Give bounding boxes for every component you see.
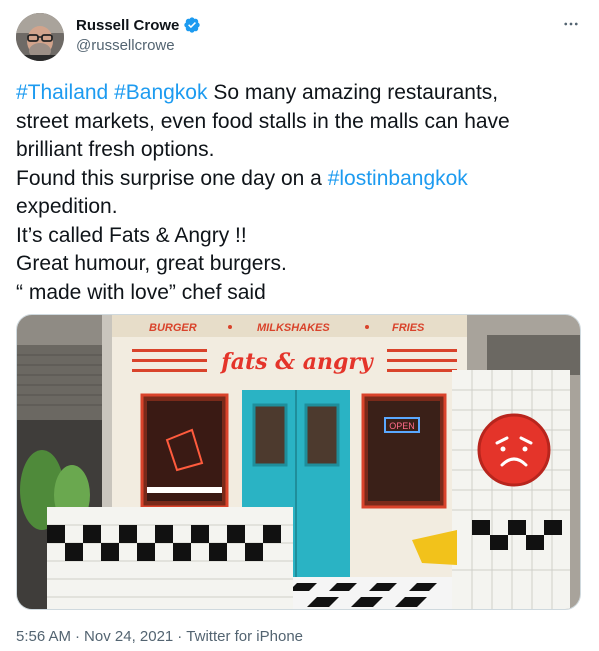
tweet-text-line: expedition.	[16, 193, 586, 222]
tweet-text-line: Found this surprise one day on a #lostin…	[16, 165, 586, 194]
hashtag-link[interactable]: #Thailand	[16, 81, 108, 104]
tweet-text-segment: So many amazing restaurants,	[207, 81, 499, 104]
sign-burger: BURGER	[149, 322, 197, 334]
tweet-text-segment: Found this surprise one day on a	[16, 166, 328, 190]
tweet-text-segment: brilliant fresh options.	[16, 138, 215, 161]
open-sign: OPEN	[389, 421, 415, 431]
name-row: Russell Crowe	[76, 16, 201, 34]
meta-separator: ·	[75, 628, 81, 645]
tweet-text-line: #Thailand #Bangkok So many amazing resta…	[16, 79, 586, 108]
tweet-text-segment: street markets, even food stalls in the …	[16, 109, 510, 133]
tweet-text-segment: expedition.	[16, 195, 118, 218]
neon-sign: fats & angry	[219, 349, 375, 375]
restaurant-photo: BURGER MILKSHAKES FRIES fats & angry OPE…	[17, 315, 580, 609]
meta-separator: ·	[177, 628, 183, 645]
tweet-text-line: brilliant fresh options.	[16, 136, 586, 165]
tweet-card: Russell Crowe @russellcrowe #Thailand #B…	[0, 0, 599, 651]
tweet-text-line: Great humour, great burgers.	[16, 250, 586, 279]
more-options-icon[interactable]	[561, 14, 581, 34]
user-handle[interactable]: @russellcrowe	[76, 37, 175, 54]
tweet-source: Twitter for iPhone	[186, 628, 303, 645]
verified-badge-icon	[184, 17, 201, 33]
tweet-text-line: It’s called Fats & Angry !!	[16, 222, 586, 251]
avatar[interactable]	[16, 13, 64, 61]
tweet-text-segment: Great humour, great burgers.	[16, 252, 287, 275]
tweet-text: #Thailand #Bangkok So many amazing resta…	[16, 79, 586, 307]
sign-milkshakes: MILKSHAKES	[257, 322, 330, 334]
tweet-time[interactable]: 5:56 AM	[16, 628, 71, 645]
display-name[interactable]: Russell Crowe	[76, 17, 179, 34]
hashtag-link[interactable]: #Bangkok	[114, 81, 207, 104]
tweet-text-segment: It’s called Fats & Angry !!	[16, 223, 247, 247]
sign-fries: FRIES	[392, 322, 425, 334]
hashtag-link[interactable]: #lostinbangkok	[328, 167, 468, 190]
tweet-text-line: “ made with love” chef said	[16, 279, 586, 308]
tweet-text-segment: “ made with love” chef said	[16, 280, 266, 304]
tweet-meta: 5:56 AM · Nov 24, 2021 · Twitter for iPh…	[16, 628, 303, 645]
tweet-date[interactable]: Nov 24, 2021	[84, 628, 173, 645]
tweet-text-line: street markets, even food stalls in the …	[16, 108, 586, 137]
tweet-image[interactable]: BURGER MILKSHAKES FRIES fats & angry OPE…	[16, 314, 581, 610]
